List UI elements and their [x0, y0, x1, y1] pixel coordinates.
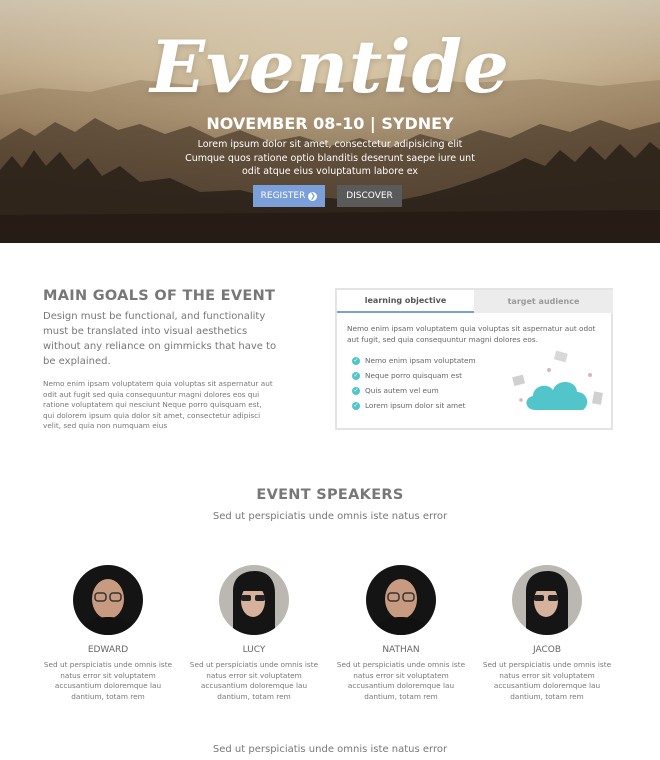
- goals-lead-text: Design must be functional, and functiona…: [43, 311, 277, 367]
- hero-banner: Eventide NOVEMBER 08-10 | SYDNEY Lorem i…: [0, 0, 660, 243]
- tab-content-text: Nemo enim ipsam voluptatem quia voluptas…: [347, 324, 596, 344]
- event-date-location: NOVEMBER 08-10 | SYDNEY: [206, 114, 454, 133]
- tab-learning-objective[interactable]: learning objective: [337, 290, 474, 313]
- register-button[interactable]: REGISTER ❯: [253, 185, 325, 207]
- hero-description: Lorem ipsum dolor sit amet, consectetur …: [185, 139, 475, 177]
- speaker-description: Sed ut perspiciatis unde omnis iste natu…: [189, 660, 319, 701]
- discover-button-label: DISCOVER: [346, 191, 393, 201]
- avatar[interactable]: [73, 565, 143, 635]
- check-circle-icon: ✓: [352, 386, 360, 395]
- cloud-illustration: [512, 350, 603, 410]
- footer-subtitle: Sed ut perspiciatis unde omnis iste natu…: [212, 744, 448, 755]
- objective-checklist: ✓ Nemo enim ipsam voluptatem ✓ Neque porro…: [352, 353, 476, 413]
- speakers-title: EVENT SPEAKERS: [256, 487, 404, 503]
- avatar[interactable]: [219, 565, 289, 635]
- speaker-name: NATHAN: [382, 645, 420, 655]
- arrow-right-circle-icon: ❯: [308, 191, 318, 201]
- objectives-tab-panel: learning objective target audience Nemo …: [335, 288, 613, 430]
- speaker-name: LUCY: [242, 645, 266, 655]
- list-item: ✓ Quis autem vel eum: [352, 383, 476, 398]
- avatar[interactable]: [512, 565, 582, 635]
- avatar[interactable]: [366, 565, 436, 635]
- goals-title: MAIN GOALS OF THE EVENT: [43, 288, 276, 304]
- list-item: ✓ Nemo enim ipsam voluptatem: [352, 353, 476, 368]
- list-item: ✓ Lorem ipsum dolor sit amet: [352, 398, 476, 413]
- speaker-description: Sed ut perspiciatis unde omnis iste natu…: [43, 660, 173, 701]
- event-logo: Eventide: [150, 24, 510, 109]
- check-circle-icon: ✓: [352, 401, 360, 410]
- speakers-subtitle: Sed ut perspiciatis unde omnis iste natu…: [212, 511, 448, 522]
- goals-body-text: Nemo enim ipsam voluptatem quia voluptas…: [43, 379, 273, 430]
- check-circle-icon: ✓: [352, 371, 360, 380]
- checklist-item-label: Neque porro quisquam est: [365, 371, 462, 380]
- register-button-label: REGISTER: [260, 191, 306, 201]
- list-item: ✓ Neque porro quisquam est: [352, 368, 476, 383]
- checklist-item-label: Lorem ipsum dolor sit amet: [365, 401, 466, 410]
- checklist-item-label: Nemo enim ipsam voluptatem: [365, 356, 476, 365]
- tab-target-audience[interactable]: target audience: [474, 290, 613, 313]
- checklist-item-label: Quis autem vel eum: [365, 386, 439, 395]
- speaker-name: EDWARD: [87, 645, 129, 655]
- discover-button[interactable]: DISCOVER: [337, 185, 402, 207]
- check-circle-icon: ✓: [352, 356, 360, 365]
- speaker-description: Sed ut perspiciatis unde omnis iste natu…: [482, 660, 612, 701]
- speaker-name: JACOB: [532, 645, 562, 655]
- speaker-description: Sed ut perspiciatis unde omnis iste natu…: [336, 660, 466, 701]
